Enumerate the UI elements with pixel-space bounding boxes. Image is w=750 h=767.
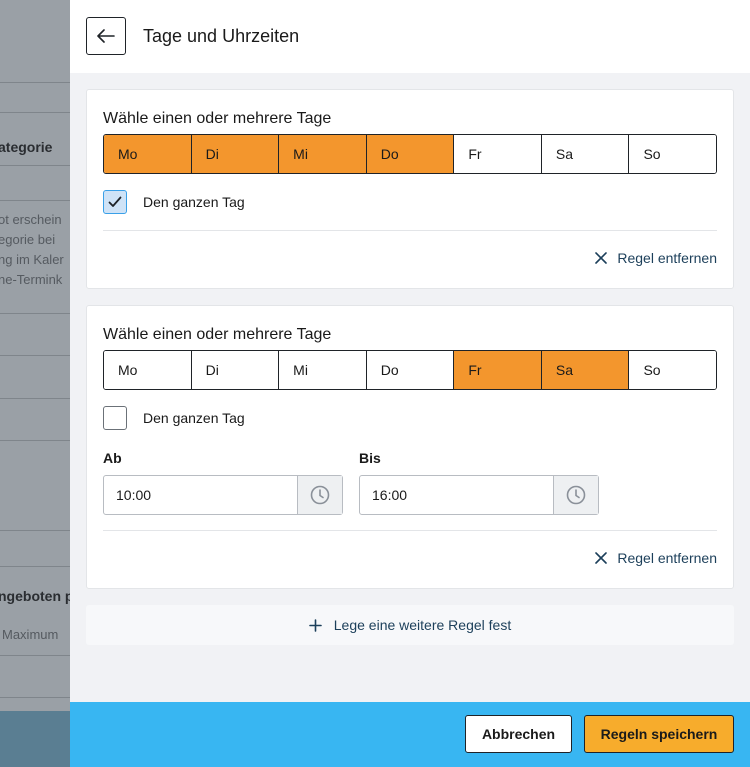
bg-divider (0, 530, 70, 531)
close-icon (595, 552, 608, 564)
all-day-checkbox[interactable] (103, 406, 127, 430)
day-toggle-fr[interactable]: Fr (454, 135, 542, 173)
bg-divider (0, 112, 70, 113)
day-toggle-di[interactable]: Di (191, 351, 280, 389)
bg-divider (0, 313, 70, 314)
remove-rule-label: Regel entfernen (617, 250, 717, 266)
day-toggle-fr[interactable]: Fr (454, 351, 542, 389)
bg-divider (0, 655, 70, 656)
add-rule-label: Lege eine weitere Regel fest (333, 617, 512, 633)
bg-divider (0, 82, 70, 83)
bg-text: ot erschein (0, 212, 62, 227)
rule-divider (103, 230, 717, 231)
rule-heading: Wähle einen oder mehrere Tage (103, 326, 332, 343)
day-toggle-do[interactable]: Do (366, 135, 455, 173)
bg-divider (0, 697, 70, 698)
panel-header: Tage und Uhrzeiten (70, 0, 750, 73)
to-time-field (359, 475, 599, 515)
day-toggle-so[interactable]: So (629, 351, 716, 389)
day-toggle-mo[interactable]: Mo (104, 351, 192, 389)
from-time-field (103, 475, 343, 515)
all-day-label: Den ganzen Tag (143, 410, 245, 426)
bg-divider (0, 355, 70, 356)
close-icon (595, 252, 608, 264)
day-selector: Mo Di Mi Do Fr Sa So (103, 134, 717, 174)
back-button[interactable] (86, 17, 126, 55)
panel-title: Tage und Uhrzeiten (143, 26, 300, 46)
all-day-checkbox[interactable] (103, 190, 127, 214)
to-label: Bis (359, 450, 381, 466)
day-toggle-do[interactable]: Do (366, 351, 455, 389)
save-rules-button[interactable]: Regeln speichern (584, 715, 734, 753)
bg-text: egorie bei (0, 232, 56, 247)
bg-text: ne-Termink (0, 272, 63, 287)
all-day-label: Den ganzen Tag (143, 194, 245, 210)
to-time-picker-button[interactable] (553, 476, 598, 514)
bg-divider (0, 165, 70, 166)
day-toggle-sa[interactable]: Sa (541, 135, 630, 173)
day-toggle-mo[interactable]: Mo (104, 135, 192, 173)
bg-text: ngeboten p (0, 588, 70, 604)
from-time-input[interactable] (104, 476, 297, 514)
day-toggle-di[interactable]: Di (191, 135, 280, 173)
rule-heading: Wähle einen oder mehrere Tage (103, 110, 332, 127)
bg-text: Maximum (2, 627, 59, 642)
clock-icon (310, 485, 330, 505)
from-time-picker-button[interactable] (297, 476, 342, 514)
plus-icon (308, 618, 322, 632)
day-toggle-mi[interactable]: Mi (279, 135, 367, 173)
day-toggle-sa[interactable]: Sa (541, 351, 630, 389)
rule-card: Wähle einen oder mehrere Tage Mo Di Mi D… (86, 89, 734, 289)
remove-rule-button[interactable]: Regel entfernen (595, 550, 717, 566)
rule-card: Wähle einen oder mehrere Tage Mo Di Mi D… (86, 305, 734, 589)
day-toggle-mi[interactable]: Mi (279, 351, 367, 389)
panel-footer: Abbrechen Regeln speichern (70, 702, 750, 767)
bg-divider (0, 440, 70, 441)
bg-divider (0, 566, 70, 567)
day-selector: Mo Di Mi Do Fr Sa So (103, 350, 717, 390)
bg-divider (0, 398, 70, 399)
bg-divider (0, 200, 70, 201)
clock-icon (566, 485, 586, 505)
to-time-input[interactable] (360, 476, 553, 514)
from-label: Ab (103, 450, 122, 466)
rule-divider (103, 530, 717, 531)
bg-text: ategorie (0, 139, 53, 155)
bg-text: ng im Kaler (0, 252, 64, 267)
add-rule-button[interactable]: Lege eine weitere Regel fest (86, 605, 734, 645)
remove-rule-label: Regel entfernen (617, 550, 717, 566)
all-day-checkbox-row[interactable]: Den ganzen Tag (103, 406, 245, 430)
remove-rule-button[interactable]: Regel entfernen (595, 250, 717, 266)
bg-footer (0, 711, 70, 767)
schedule-panel: Tage und Uhrzeiten Wähle einen oder mehr… (70, 0, 750, 767)
all-day-checkbox-row[interactable]: Den ganzen Tag (103, 190, 245, 214)
day-toggle-so[interactable]: So (629, 135, 716, 173)
cancel-button[interactable]: Abbrechen (465, 715, 572, 753)
background-page: ategorie ot erschein egorie bei ng im Ka… (0, 0, 70, 767)
checkmark-icon (108, 196, 122, 207)
arrow-left-icon (97, 29, 115, 43)
